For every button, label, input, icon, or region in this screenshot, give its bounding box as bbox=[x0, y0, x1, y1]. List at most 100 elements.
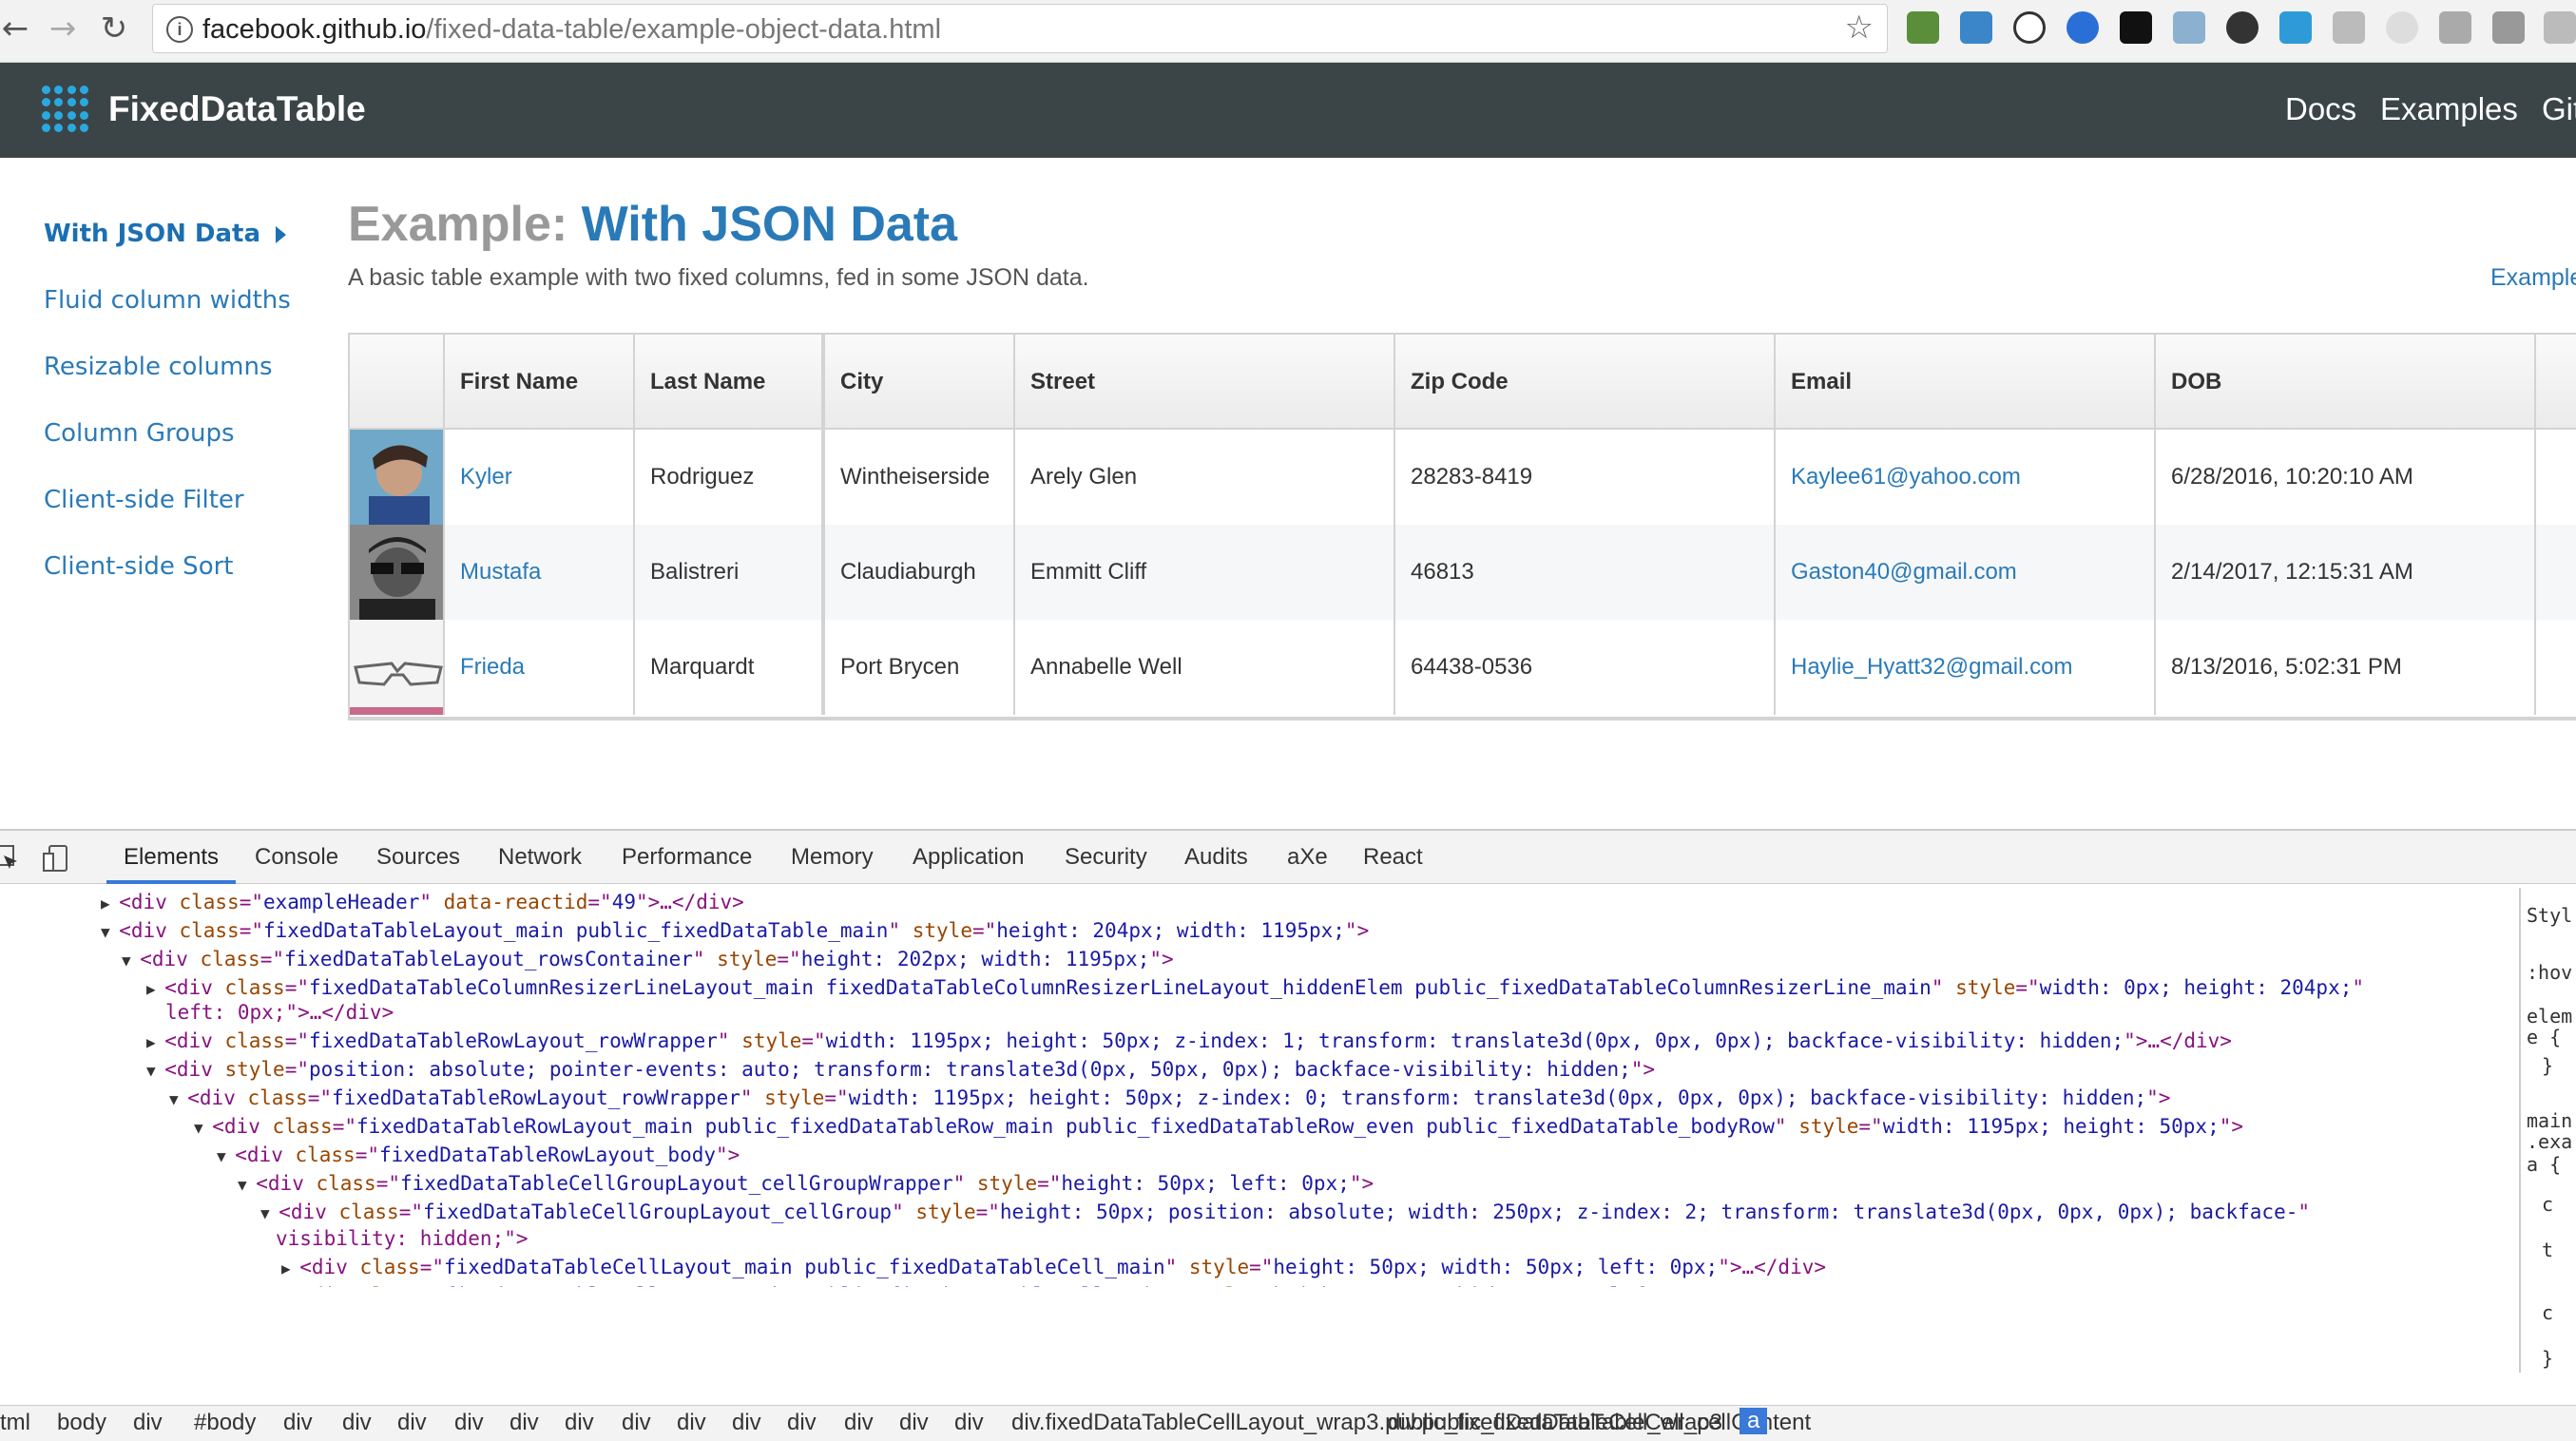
dom-node-line[interactable]: ▼ <div class="fixedDataTableCellGroupLay… bbox=[238, 1169, 1374, 1198]
cell-email[interactable]: Kaylee61@yahoo.com bbox=[1776, 430, 2156, 525]
cell-email[interactable]: Haylie_Hyatt32@gmail.com bbox=[1776, 620, 2156, 715]
nav-examples[interactable]: Examples bbox=[2380, 91, 2518, 127]
sidebar-item-column-groups[interactable]: Column Groups bbox=[44, 414, 319, 481]
breadcrumb-item[interactable]: div bbox=[133, 1410, 163, 1436]
breadcrumb-item[interactable]: div bbox=[283, 1410, 313, 1436]
breadcrumb-item[interactable]: div bbox=[342, 1410, 372, 1436]
extension-icon[interactable] bbox=[2439, 11, 2471, 44]
breadcrumb-item[interactable]: a bbox=[1740, 1408, 1768, 1434]
style-rule-text: c bbox=[2542, 1193, 2554, 1216]
cell-zip: 28283-8419 bbox=[1395, 430, 1776, 525]
sidebar-item-resizable[interactable]: Resizable columns bbox=[44, 348, 319, 414]
dom-node-line[interactable]: ▶ <div class="exampleHeader" data-reacti… bbox=[101, 888, 744, 916]
breadcrumb-item[interactable]: div bbox=[565, 1410, 594, 1436]
logo-icon[interactable] bbox=[42, 86, 89, 133]
breadcrumb-item[interactable]: #body bbox=[194, 1410, 256, 1436]
tab-performance[interactable]: Performance bbox=[622, 844, 752, 871]
collapse-triangle-icon[interactable]: ▼ bbox=[217, 1147, 235, 1165]
tab-security[interactable]: Security bbox=[1065, 844, 1147, 871]
expand-triangle-icon[interactable]: ▶ bbox=[101, 894, 119, 913]
dom-node-line[interactable]: left: 0px;">…</div> bbox=[165, 998, 394, 1027]
expand-triangle-icon[interactable]: ▶ bbox=[281, 1259, 299, 1278]
collapse-triangle-icon[interactable]: ▼ bbox=[194, 1119, 212, 1137]
tab-audits[interactable]: Audits bbox=[1184, 844, 1248, 871]
collapse-triangle-icon[interactable]: ▼ bbox=[122, 951, 140, 970]
gear-icon[interactable] bbox=[2386, 11, 2418, 44]
dom-node-line[interactable]: visibility: hidden;"> bbox=[276, 1224, 529, 1253]
dom-node-line[interactable]: ▼ <div class="fixedDataTableLayout_main … bbox=[101, 916, 1369, 945]
example-link[interactable]: Example bbox=[2490, 264, 2576, 292]
extension-icon[interactable] bbox=[2544, 11, 2576, 44]
breadcrumb-item[interactable]: div bbox=[954, 1410, 984, 1436]
extension-icon[interactable] bbox=[2333, 11, 2365, 44]
cell-first-name[interactable]: Kyler bbox=[445, 430, 635, 525]
tab-application[interactable]: Application bbox=[913, 844, 1024, 871]
dom-node-line[interactable]: ▼ <div class="fixedDataTableCellGroupLay… bbox=[260, 1198, 2310, 1226]
breadcrumb-item[interactable]: div bbox=[732, 1410, 761, 1436]
breadcrumb-item[interactable]: div bbox=[787, 1410, 817, 1436]
address-bar[interactable]: i facebook.github.io/fixed-data-table/ex… bbox=[152, 4, 1888, 53]
cell-first-name[interactable]: Frieda bbox=[445, 620, 635, 715]
dom-node-line[interactable]: ▼ <div class="fixedDataTableRowLayout_ro… bbox=[169, 1084, 2170, 1112]
breadcrumb-item[interactable]: div bbox=[899, 1410, 929, 1436]
extension-icon[interactable] bbox=[2279, 11, 2312, 44]
collapse-triangle-icon[interactable]: ▼ bbox=[260, 1204, 279, 1222]
extension-icon[interactable] bbox=[2120, 11, 2152, 44]
back-arrow-icon[interactable]: ← bbox=[0, 10, 34, 48]
sidebar-item-sort[interactable]: Client-side Sort bbox=[44, 548, 319, 614]
forward-arrow-icon[interactable]: → bbox=[44, 10, 82, 48]
expand-triangle-icon[interactable]: ▶ bbox=[146, 980, 164, 998]
breadcrumb-item[interactable]: div bbox=[844, 1410, 874, 1436]
sidebar-item-filter[interactable]: Client-side Filter bbox=[44, 481, 319, 548]
dom-node-line[interactable]: ▼ <div class="fixedDataTableRowLayout_ma… bbox=[194, 1112, 2243, 1141]
breadcrumb-item[interactable]: div bbox=[622, 1410, 651, 1436]
dom-node-line[interactable]: ▼ <div class="fixedDataTableRowLayout_bo… bbox=[217, 1141, 740, 1169]
dom-node-line[interactable]: ▼ <div class="fixedDataTableLayout_rowsC… bbox=[122, 945, 1174, 973]
breadcrumb-item[interactable]: div bbox=[677, 1410, 706, 1436]
tab-sources[interactable]: Sources bbox=[376, 844, 460, 871]
tab-network[interactable]: Network bbox=[498, 844, 582, 871]
styles-pane[interactable]: Styl:hoveleme {}main.exaa {ctc}maina { bbox=[2519, 888, 2576, 1373]
nav-docs[interactable]: Docs bbox=[2285, 91, 2356, 127]
tab-elements[interactable]: Elements bbox=[124, 844, 219, 871]
tab-react[interactable]: React bbox=[1363, 844, 1423, 871]
extension-icon[interactable] bbox=[2067, 11, 2099, 44]
tab-console[interactable]: Console bbox=[255, 844, 338, 871]
collapse-triangle-icon[interactable]: ▼ bbox=[101, 923, 119, 941]
expand-triangle-icon[interactable]: ▶ bbox=[146, 1033, 164, 1051]
extension-icon[interactable] bbox=[1907, 11, 1939, 44]
brand-title[interactable]: FixedDataTable bbox=[108, 89, 366, 129]
reload-icon[interactable]: ↻ bbox=[95, 10, 133, 48]
tab-memory[interactable]: Memory bbox=[791, 844, 874, 871]
breadcrumb-item[interactable]: div bbox=[397, 1410, 427, 1436]
dom-node-line[interactable]: ▶ <div class="fixedDataTableCellLayout_m… bbox=[281, 1253, 1826, 1281]
extension-icon[interactable] bbox=[2226, 11, 2259, 44]
dom-node-line[interactable]: ▶ <div class="fixedDataTableColumnResize… bbox=[146, 973, 2364, 1002]
cell-first-name[interactable]: Mustafa bbox=[445, 525, 635, 620]
extension-icon[interactable] bbox=[2173, 11, 2205, 44]
elements-tree[interactable]: ▶ <div class="exampleHeader" data-reacti… bbox=[0, 888, 2519, 1287]
device-toggle-icon[interactable] bbox=[42, 844, 70, 873]
breadcrumb-item[interactable]: div bbox=[509, 1410, 539, 1436]
info-icon[interactable]: i bbox=[166, 16, 193, 43]
eyedropper-icon[interactable] bbox=[2492, 11, 2525, 44]
collapse-triangle-icon[interactable]: ▼ bbox=[238, 1176, 256, 1194]
bookmark-star-icon[interactable]: ☆ bbox=[1845, 9, 1874, 47]
breadcrumb-item[interactable]: div bbox=[454, 1410, 484, 1436]
collapse-triangle-icon[interactable]: ▼ bbox=[169, 1090, 187, 1108]
breadcrumb-item[interactable]: tml bbox=[0, 1410, 30, 1436]
extension-icon[interactable] bbox=[1960, 11, 1992, 44]
inspect-cursor-icon[interactable] bbox=[0, 844, 21, 873]
collapse-triangle-icon[interactable]: ▼ bbox=[146, 1062, 164, 1080]
extension-icon[interactable] bbox=[2013, 11, 2046, 44]
sidebar-item-fluid-widths[interactable]: Fluid column widths bbox=[44, 281, 319, 348]
sidebar-item-json-data[interactable]: With JSON Data bbox=[44, 215, 319, 281]
breadcrumb-item[interactable]: body bbox=[57, 1410, 106, 1436]
nav-github[interactable]: Git bbox=[2542, 91, 2576, 127]
dom-node-line[interactable]: ▼ <div style="position: absolute; pointe… bbox=[146, 1055, 1655, 1084]
tab-axe[interactable]: aXe bbox=[1287, 844, 1328, 871]
dom-node-line[interactable]: ▼ <div class="fixedDataTableCellLayout_m… bbox=[281, 1281, 1766, 1287]
dom-node-line[interactable]: ▶ <div class="fixedDataTableRowLayout_ro… bbox=[146, 1027, 2232, 1055]
cell-email[interactable]: Gaston40@gmail.com bbox=[1776, 525, 2156, 620]
url-text[interactable]: facebook.github.io/fixed-data-table/exam… bbox=[202, 14, 941, 46]
